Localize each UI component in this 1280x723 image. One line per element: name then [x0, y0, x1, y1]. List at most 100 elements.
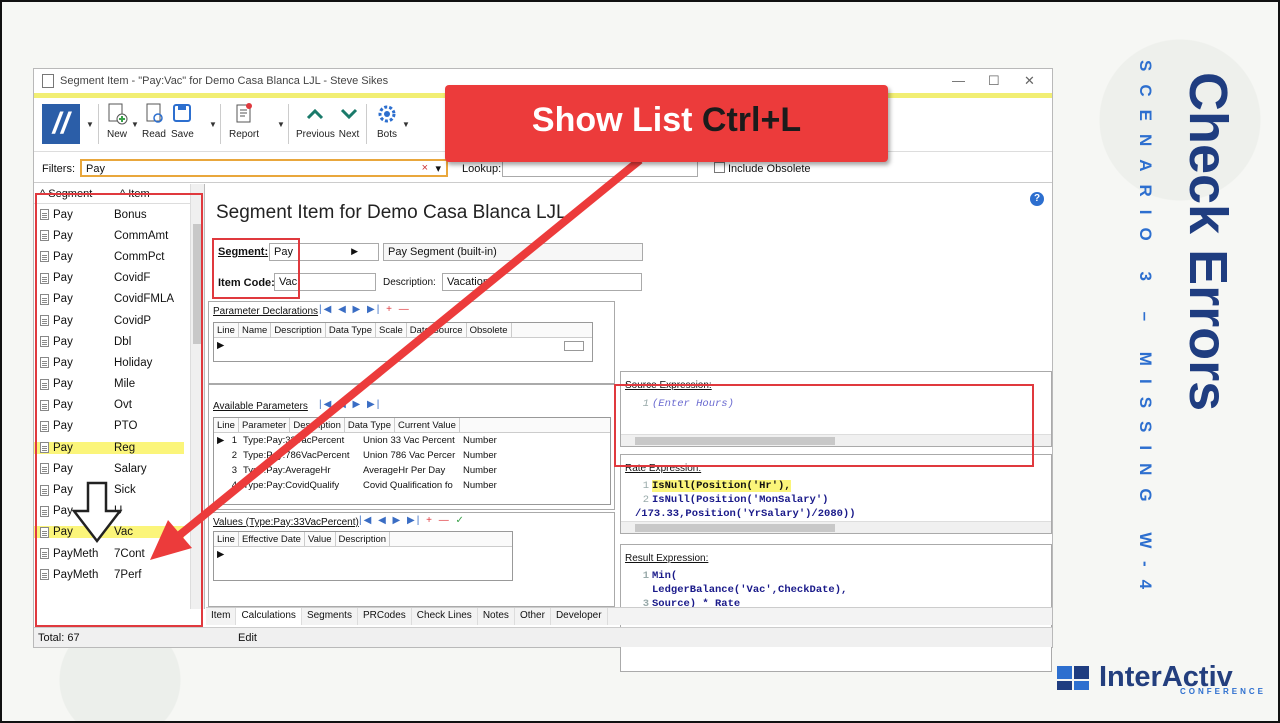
column-header[interactable]: Value — [305, 531, 336, 547]
column-header[interactable]: Obsolete — [467, 322, 512, 338]
tab-notes[interactable]: Notes — [478, 608, 515, 625]
status-bar: Total: 67 Edit — [34, 627, 1052, 647]
gear-icon — [378, 105, 396, 123]
list-item[interactable]: Pay Vac — [34, 522, 204, 543]
chevron-down-icon[interactable]: ▼ — [86, 120, 94, 129]
table-row[interactable]: 3 Type:Pay:AverageHr AverageHr Per Day Numb… — [214, 463, 610, 478]
list-item[interactable]: Pay CovidP — [34, 310, 204, 331]
document-icon — [40, 293, 49, 305]
tab-prcodes[interactable]: PRCodes — [358, 608, 412, 625]
list-item[interactable]: Pay Salary — [34, 458, 204, 479]
column-header[interactable]: Name — [239, 322, 272, 338]
column-header[interactable]: Current Value — [395, 417, 460, 433]
obsolete-checkbox[interactable] — [564, 340, 584, 351]
source-hscroll[interactable] — [621, 434, 1051, 446]
scrollbar-thumb[interactable] — [193, 224, 203, 344]
column-header[interactable]: Effective Date — [239, 531, 305, 547]
read-button[interactable]: Read — [142, 102, 166, 140]
column-header[interactable]: Data Type — [345, 417, 395, 433]
minimize-button[interactable]: — — [952, 73, 965, 88]
document-icon — [40, 272, 49, 284]
list-item[interactable]: Pay Ovt — [34, 395, 204, 416]
clear-filter-icon[interactable]: × — [422, 162, 428, 174]
list-item[interactable]: Pay Sick — [34, 479, 204, 500]
values-title: Values (Type:Pay:33VacPercent) — [213, 517, 359, 528]
new-button[interactable]: New — [106, 102, 128, 140]
column-header[interactable]: Description — [336, 531, 391, 547]
item-code-field[interactable]: Vac — [274, 273, 376, 291]
list-item[interactable]: Pay Bonus — [34, 204, 204, 225]
list-item[interactable]: Pay Reg — [34, 437, 204, 458]
chevron-down-icon[interactable]: ▼ — [402, 120, 410, 129]
close-button[interactable]: ✕ — [1024, 73, 1035, 89]
list-item[interactable]: Pay CovidFMLA — [34, 289, 204, 310]
table-row[interactable]: ▶ 1 Type:Pay:33VacPercent Union 33 Vac Perc… — [214, 433, 610, 448]
list-item[interactable]: Pay CommAmt — [34, 225, 204, 246]
list-item[interactable]: PayMeth 7Cont — [34, 543, 204, 564]
list-item[interactable]: Pay Mile — [34, 374, 204, 395]
record-nav-icons[interactable]: |◀ ◀ ▶ ▶| — [319, 399, 381, 410]
result-expression-editor[interactable]: 1 Min( LedgerBalance('Vac',CheckDate), 3S… — [635, 569, 848, 611]
maximize-button[interactable]: ☐ — [988, 73, 1000, 89]
column-header[interactable]: Description — [271, 322, 326, 338]
column-header[interactable]: Line — [214, 417, 239, 433]
list-item[interactable]: Pay PTO — [34, 416, 204, 437]
save-label: Save — [171, 129, 194, 140]
column-item[interactable]: ^ Item — [120, 188, 190, 200]
report-button[interactable]: Report — [229, 102, 259, 140]
help-icon[interactable]: ? — [1030, 192, 1044, 206]
document-icon — [40, 420, 49, 432]
tab-check-lines[interactable]: Check Lines — [412, 608, 478, 625]
chevron-up-icon — [307, 108, 324, 120]
document-icon — [40, 336, 49, 348]
document-icon — [40, 484, 49, 496]
values-header: Line Effective Date Value Description — [214, 531, 512, 547]
result-expression-title: Result Expression: — [625, 553, 709, 564]
previous-button[interactable]: Previous — [296, 102, 335, 140]
column-header[interactable]: Line — [214, 322, 239, 338]
param-decl-row[interactable]: ▶ — [214, 338, 592, 353]
source-expression-editor[interactable]: 1 (Enter Hours) — [635, 398, 734, 410]
segment-field[interactable]: Pay ▶ — [269, 243, 379, 261]
filters-input[interactable]: Pay × ▾ — [80, 159, 448, 177]
tab-segments[interactable]: Segments — [302, 608, 358, 625]
list-item[interactable]: Pay CommPct — [34, 246, 204, 267]
values-row[interactable]: ▶ — [214, 547, 512, 562]
tab-other[interactable]: Other — [515, 608, 551, 625]
filter-dropdown-icon[interactable]: ▾ — [435, 162, 441, 175]
column-header[interactable]: Parameter — [239, 417, 291, 433]
list-item[interactable]: Pay CovidF — [34, 268, 204, 289]
app-logo-icon[interactable]: // — [42, 104, 80, 144]
chevron-down-icon[interactable]: ▼ — [131, 120, 139, 129]
source-expression-title: Source Expression: — [625, 380, 712, 391]
column-header[interactable]: Date Source — [407, 322, 467, 338]
list-item[interactable]: Pay Holiday — [34, 352, 204, 373]
bots-button[interactable]: Bots — [376, 102, 398, 140]
chevron-down-icon[interactable]: ▼ — [277, 120, 285, 129]
column-segment[interactable]: ^ Segment — [34, 188, 120, 200]
column-header[interactable]: Scale — [376, 322, 407, 338]
column-header[interactable]: Data Type — [326, 322, 376, 338]
column-header[interactable]: Description — [290, 417, 345, 433]
list-item[interactable]: Pay U — [34, 501, 204, 522]
rate-expression-editor[interactable]: 1 IsNull(Position('Hr'), 2 IsNull(Position… — [635, 479, 1051, 521]
next-button[interactable]: Next — [338, 102, 360, 140]
list-item[interactable]: Pay Dbl — [34, 331, 204, 352]
include-obsolete-checkbox[interactable] — [714, 162, 725, 173]
description-field[interactable]: Vacation — [442, 273, 642, 291]
chevron-down-icon[interactable]: ▼ — [209, 120, 217, 129]
column-header[interactable]: Line — [214, 531, 239, 547]
record-nav-icons[interactable]: |◀ ◀ ▶ ▶| + — — [319, 304, 411, 315]
save-button[interactable]: Save — [171, 102, 194, 140]
tab-developer[interactable]: Developer — [551, 608, 608, 625]
tab-item[interactable]: Item — [206, 608, 237, 625]
show-list-callout: Show List Ctrl+L — [445, 85, 888, 162]
list-item[interactable]: PayMeth 7Perf — [34, 564, 204, 585]
tab-calculations[interactable]: Calculations — [236, 608, 302, 625]
rate-line: IsNull(Position('MonSalary') /173.33,Pos… — [635, 494, 856, 520]
table-row[interactable]: 4 Type:Pay:CovidQualify Covid Qualificatio… — [214, 478, 610, 493]
rate-hscroll[interactable] — [621, 521, 1051, 533]
record-nav-icons[interactable]: |◀ ◀ ▶ ▶| + — ✓ — [359, 515, 466, 526]
list-scrollbar[interactable] — [190, 184, 204, 609]
table-row[interactable]: 2 Type:Pay:786VacPercent Union 786 Vac Per… — [214, 448, 610, 463]
